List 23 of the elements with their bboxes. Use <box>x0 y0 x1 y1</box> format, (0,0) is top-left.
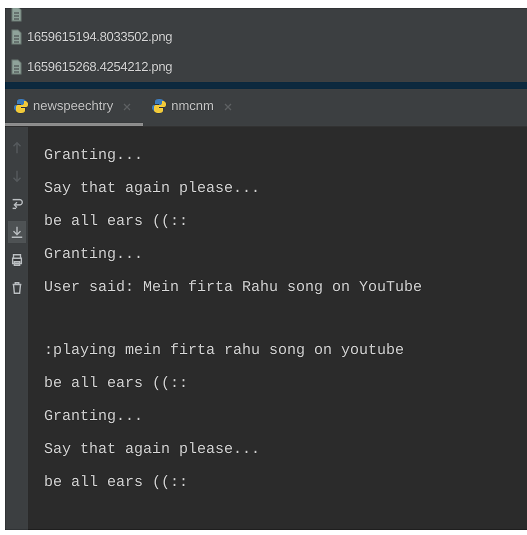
file-tab[interactable]: newspeechtry <box>5 89 144 126</box>
console-line: be all ears ((:: <box>44 212 190 232</box>
console-line: Granting... <box>44 245 144 265</box>
file-item[interactable]: 1659615194.8033502.png <box>5 22 527 52</box>
console-line: Granting... <box>44 407 144 427</box>
file-icon <box>11 59 22 75</box>
file-item[interactable]: 1659615268.4254212.png <box>5 52 527 82</box>
console-line: :playing mein firta rahu song on youtube <box>44 341 406 361</box>
wrap-icon[interactable] <box>10 197 24 211</box>
console-line: be all ears ((:: <box>44 374 190 394</box>
file-tab[interactable]: nmcnm <box>143 89 244 126</box>
console-line: Say that again please... <box>44 440 262 460</box>
python-icon <box>151 98 168 114</box>
console-line: Say that again please... <box>44 179 262 199</box>
trash-icon[interactable] <box>10 281 24 295</box>
print-icon[interactable] <box>10 253 24 267</box>
python-icon <box>13 98 29 114</box>
scroll-to-end-button[interactable] <box>8 221 26 243</box>
file-icon <box>11 29 22 45</box>
scroll-to-end-icon[interactable] <box>10 225 24 239</box>
console-line: Granting... <box>44 146 144 166</box>
console-line: User said: Mein firta Rahu song on YouTube <box>44 278 422 298</box>
console-line: be all ears ((:: <box>44 473 190 493</box>
